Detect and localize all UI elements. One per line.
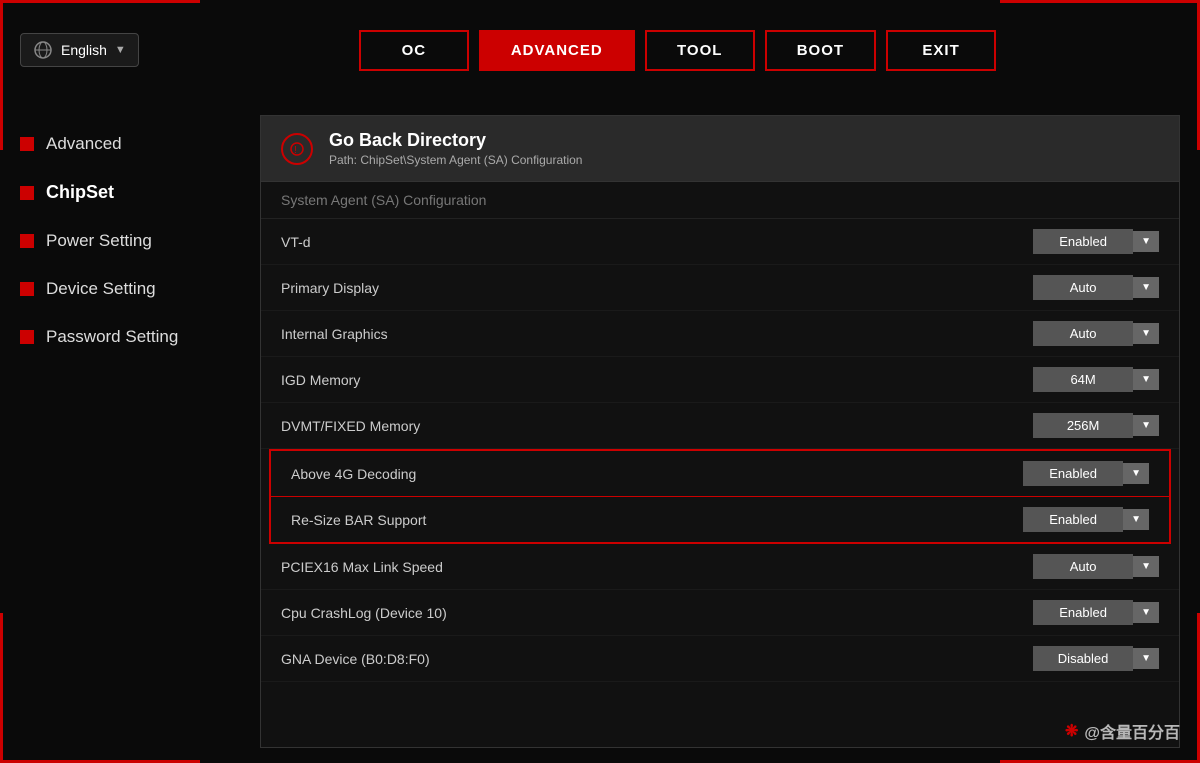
value-display-primary_display: Auto bbox=[1033, 275, 1133, 300]
setting-label-pciex16: PCIEX16 Max Link Speed bbox=[281, 559, 1033, 575]
setting-row-igd_memory: IGD Memory64M▼ bbox=[261, 357, 1179, 403]
value-display-gna_device: Disabled bbox=[1033, 646, 1133, 671]
nav-tabs: OCADVANCEDTOOLBootEXIT bbox=[359, 30, 996, 71]
value-display-above_4g: Enabled bbox=[1023, 461, 1123, 486]
go-back-path: Path: ChipSet\System Agent (SA) Configur… bbox=[329, 153, 582, 167]
dropdown-arrow-vtd[interactable]: ▼ bbox=[1133, 231, 1159, 252]
sidebar-item-power[interactable]: Power Setting bbox=[20, 227, 230, 255]
sidebar-item-device[interactable]: Device Setting bbox=[20, 275, 230, 303]
setting-value-resize_bar[interactable]: Enabled▼ bbox=[1023, 507, 1149, 532]
setting-row-gna_device: GNA Device (B0:D8:F0)Disabled▼ bbox=[261, 636, 1179, 682]
highlight-group: Above 4G DecodingEnabled▼Re-Size BAR Sup… bbox=[269, 449, 1171, 544]
sidebar-item-advanced[interactable]: Advanced bbox=[20, 130, 230, 158]
settings-container: VT-dEnabled▼Primary DisplayAuto▼Internal… bbox=[261, 219, 1179, 682]
value-display-pciex16: Auto bbox=[1033, 554, 1133, 579]
go-back-title: Go Back Directory bbox=[329, 130, 582, 151]
setting-value-primary_display[interactable]: Auto▼ bbox=[1033, 275, 1159, 300]
nav-tab-boot[interactable]: Boot bbox=[765, 30, 876, 71]
section-header: System Agent (SA) Configuration bbox=[261, 182, 1179, 219]
setting-row-resize_bar: Re-Size BAR SupportEnabled▼ bbox=[271, 497, 1169, 542]
sidebar-indicator-advanced bbox=[20, 137, 34, 151]
setting-value-above_4g[interactable]: Enabled▼ bbox=[1023, 461, 1149, 486]
sidebar-label-advanced: Advanced bbox=[46, 134, 122, 154]
go-back-text: Go Back Directory Path: ChipSet\System A… bbox=[329, 130, 582, 167]
sidebar-label-device: Device Setting bbox=[46, 279, 156, 299]
setting-label-primary_display: Primary Display bbox=[281, 280, 1033, 296]
dropdown-arrow-igd_memory[interactable]: ▼ bbox=[1133, 369, 1159, 390]
go-back-icon: ! bbox=[281, 133, 313, 165]
setting-value-cpu_crashlog[interactable]: Enabled▼ bbox=[1033, 600, 1159, 625]
value-display-resize_bar: Enabled bbox=[1023, 507, 1123, 532]
setting-label-gna_device: GNA Device (B0:D8:F0) bbox=[281, 651, 1033, 667]
watermark: ❋ @含量百分百 bbox=[1065, 719, 1180, 743]
setting-row-cpu_crashlog: Cpu CrashLog (Device 10)Enabled▼ bbox=[261, 590, 1179, 636]
setting-label-internal_graphics: Internal Graphics bbox=[281, 326, 1033, 342]
setting-value-vtd[interactable]: Enabled▼ bbox=[1033, 229, 1159, 254]
setting-row-internal_graphics: Internal GraphicsAuto▼ bbox=[261, 311, 1179, 357]
setting-row-vtd: VT-dEnabled▼ bbox=[261, 219, 1179, 265]
setting-row-above_4g: Above 4G DecodingEnabled▼ bbox=[271, 451, 1169, 497]
dropdown-arrow-dvmt_memory[interactable]: ▼ bbox=[1133, 415, 1159, 436]
dropdown-arrow-pciex16[interactable]: ▼ bbox=[1133, 556, 1159, 577]
setting-label-above_4g: Above 4G Decoding bbox=[291, 466, 1023, 482]
setting-value-pciex16[interactable]: Auto▼ bbox=[1033, 554, 1159, 579]
language-label: English bbox=[61, 42, 107, 58]
back-arrow-icon: ! bbox=[290, 142, 304, 156]
svg-text:!: ! bbox=[294, 145, 297, 156]
nav-tab-tool[interactable]: TOOL bbox=[645, 30, 755, 71]
sidebar: Advanced ChipSet Power Setting Device Setti… bbox=[0, 100, 250, 763]
setting-value-gna_device[interactable]: Disabled▼ bbox=[1033, 646, 1159, 671]
setting-row-pciex16: PCIEX16 Max Link SpeedAuto▼ bbox=[261, 544, 1179, 590]
nav-tab-exit[interactable]: EXIT bbox=[886, 30, 996, 71]
dropdown-arrow-gna_device[interactable]: ▼ bbox=[1133, 648, 1159, 669]
setting-label-igd_memory: IGD Memory bbox=[281, 372, 1033, 388]
setting-label-dvmt_memory: DVMT/FIXED Memory bbox=[281, 418, 1033, 434]
content-panel: ! Go Back Directory Path: ChipSet\System… bbox=[260, 115, 1180, 748]
setting-label-resize_bar: Re-Size BAR Support bbox=[291, 512, 1023, 528]
value-display-dvmt_memory: 256M bbox=[1033, 413, 1133, 438]
setting-row-primary_display: Primary DisplayAuto▼ bbox=[261, 265, 1179, 311]
sidebar-item-password[interactable]: Password Setting bbox=[20, 323, 230, 351]
dropdown-arrow-internal_graphics[interactable]: ▼ bbox=[1133, 323, 1159, 344]
sidebar-indicator-chipset bbox=[20, 186, 34, 200]
sidebar-indicator-power bbox=[20, 234, 34, 248]
language-selector[interactable]: English ▼ bbox=[20, 33, 139, 67]
globe-icon bbox=[33, 40, 53, 60]
setting-value-dvmt_memory[interactable]: 256M▼ bbox=[1033, 413, 1159, 438]
dropdown-arrow-cpu_crashlog[interactable]: ▼ bbox=[1133, 602, 1159, 623]
value-display-igd_memory: 64M bbox=[1033, 367, 1133, 392]
watermark-text: @含量百分百 bbox=[1084, 719, 1180, 743]
panel-wrapper: ! Go Back Directory Path: ChipSet\System… bbox=[260, 115, 1180, 748]
setting-label-vtd: VT-d bbox=[281, 234, 1033, 250]
dropdown-arrow-resize_bar[interactable]: ▼ bbox=[1123, 509, 1149, 530]
setting-value-igd_memory[interactable]: 64M▼ bbox=[1033, 367, 1159, 392]
sidebar-label-password: Password Setting bbox=[46, 327, 178, 347]
setting-row-dvmt_memory: DVMT/FIXED Memory256M▼ bbox=[261, 403, 1179, 449]
nav-tab-oc[interactable]: OC bbox=[359, 30, 469, 71]
top-bar: English ▼ OCADVANCEDTOOLBootEXIT bbox=[0, 0, 1200, 100]
watermark-icon: ❋ bbox=[1065, 721, 1078, 741]
sidebar-label-chipset: ChipSet bbox=[46, 182, 114, 203]
dropdown-arrow-primary_display[interactable]: ▼ bbox=[1133, 277, 1159, 298]
setting-label-cpu_crashlog: Cpu CrashLog (Device 10) bbox=[281, 605, 1033, 621]
sidebar-indicator-password bbox=[20, 330, 34, 344]
value-display-internal_graphics: Auto bbox=[1033, 321, 1133, 346]
sidebar-indicator-device bbox=[20, 282, 34, 296]
main-layout: Advanced ChipSet Power Setting Device Setti… bbox=[0, 100, 1200, 763]
go-back-row[interactable]: ! Go Back Directory Path: ChipSet\System… bbox=[261, 116, 1179, 182]
sidebar-item-chipset[interactable]: ChipSet bbox=[20, 178, 230, 207]
setting-value-internal_graphics[interactable]: Auto▼ bbox=[1033, 321, 1159, 346]
language-arrow: ▼ bbox=[115, 44, 126, 56]
dropdown-arrow-above_4g[interactable]: ▼ bbox=[1123, 463, 1149, 484]
sidebar-label-power: Power Setting bbox=[46, 231, 152, 251]
value-display-cpu_crashlog: Enabled bbox=[1033, 600, 1133, 625]
value-display-vtd: Enabled bbox=[1033, 229, 1133, 254]
nav-tab-advanced[interactable]: ADVANCED bbox=[479, 30, 635, 71]
